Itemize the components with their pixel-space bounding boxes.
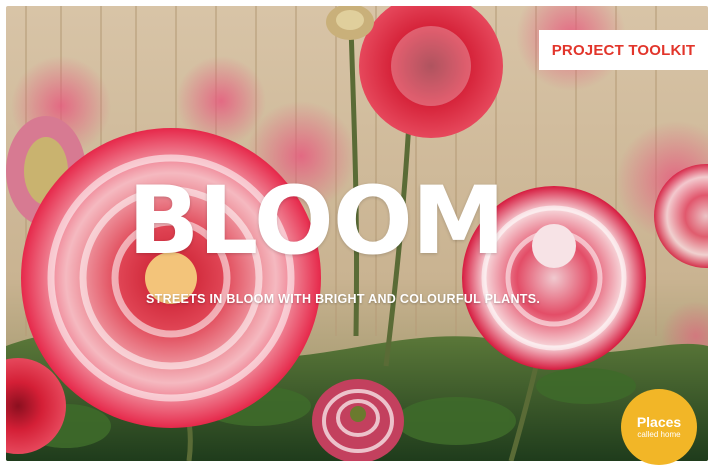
hero-subtitle: STREETS IN BLOOM WITH BRIGHT AND COLOURF…	[146, 292, 541, 306]
logo-line1: Places	[636, 413, 682, 430]
hero-banner: BLOOM STREETS IN BLOOM WITH BRIGHT AND C…	[6, 6, 708, 461]
places-called-home-logo[interactable]: Places called home	[621, 389, 697, 465]
logo-line2: called home	[637, 429, 681, 439]
project-toolkit-badge[interactable]: PROJECT TOOLKIT	[539, 30, 708, 70]
hero-title: BLOOM	[127, 167, 506, 276]
